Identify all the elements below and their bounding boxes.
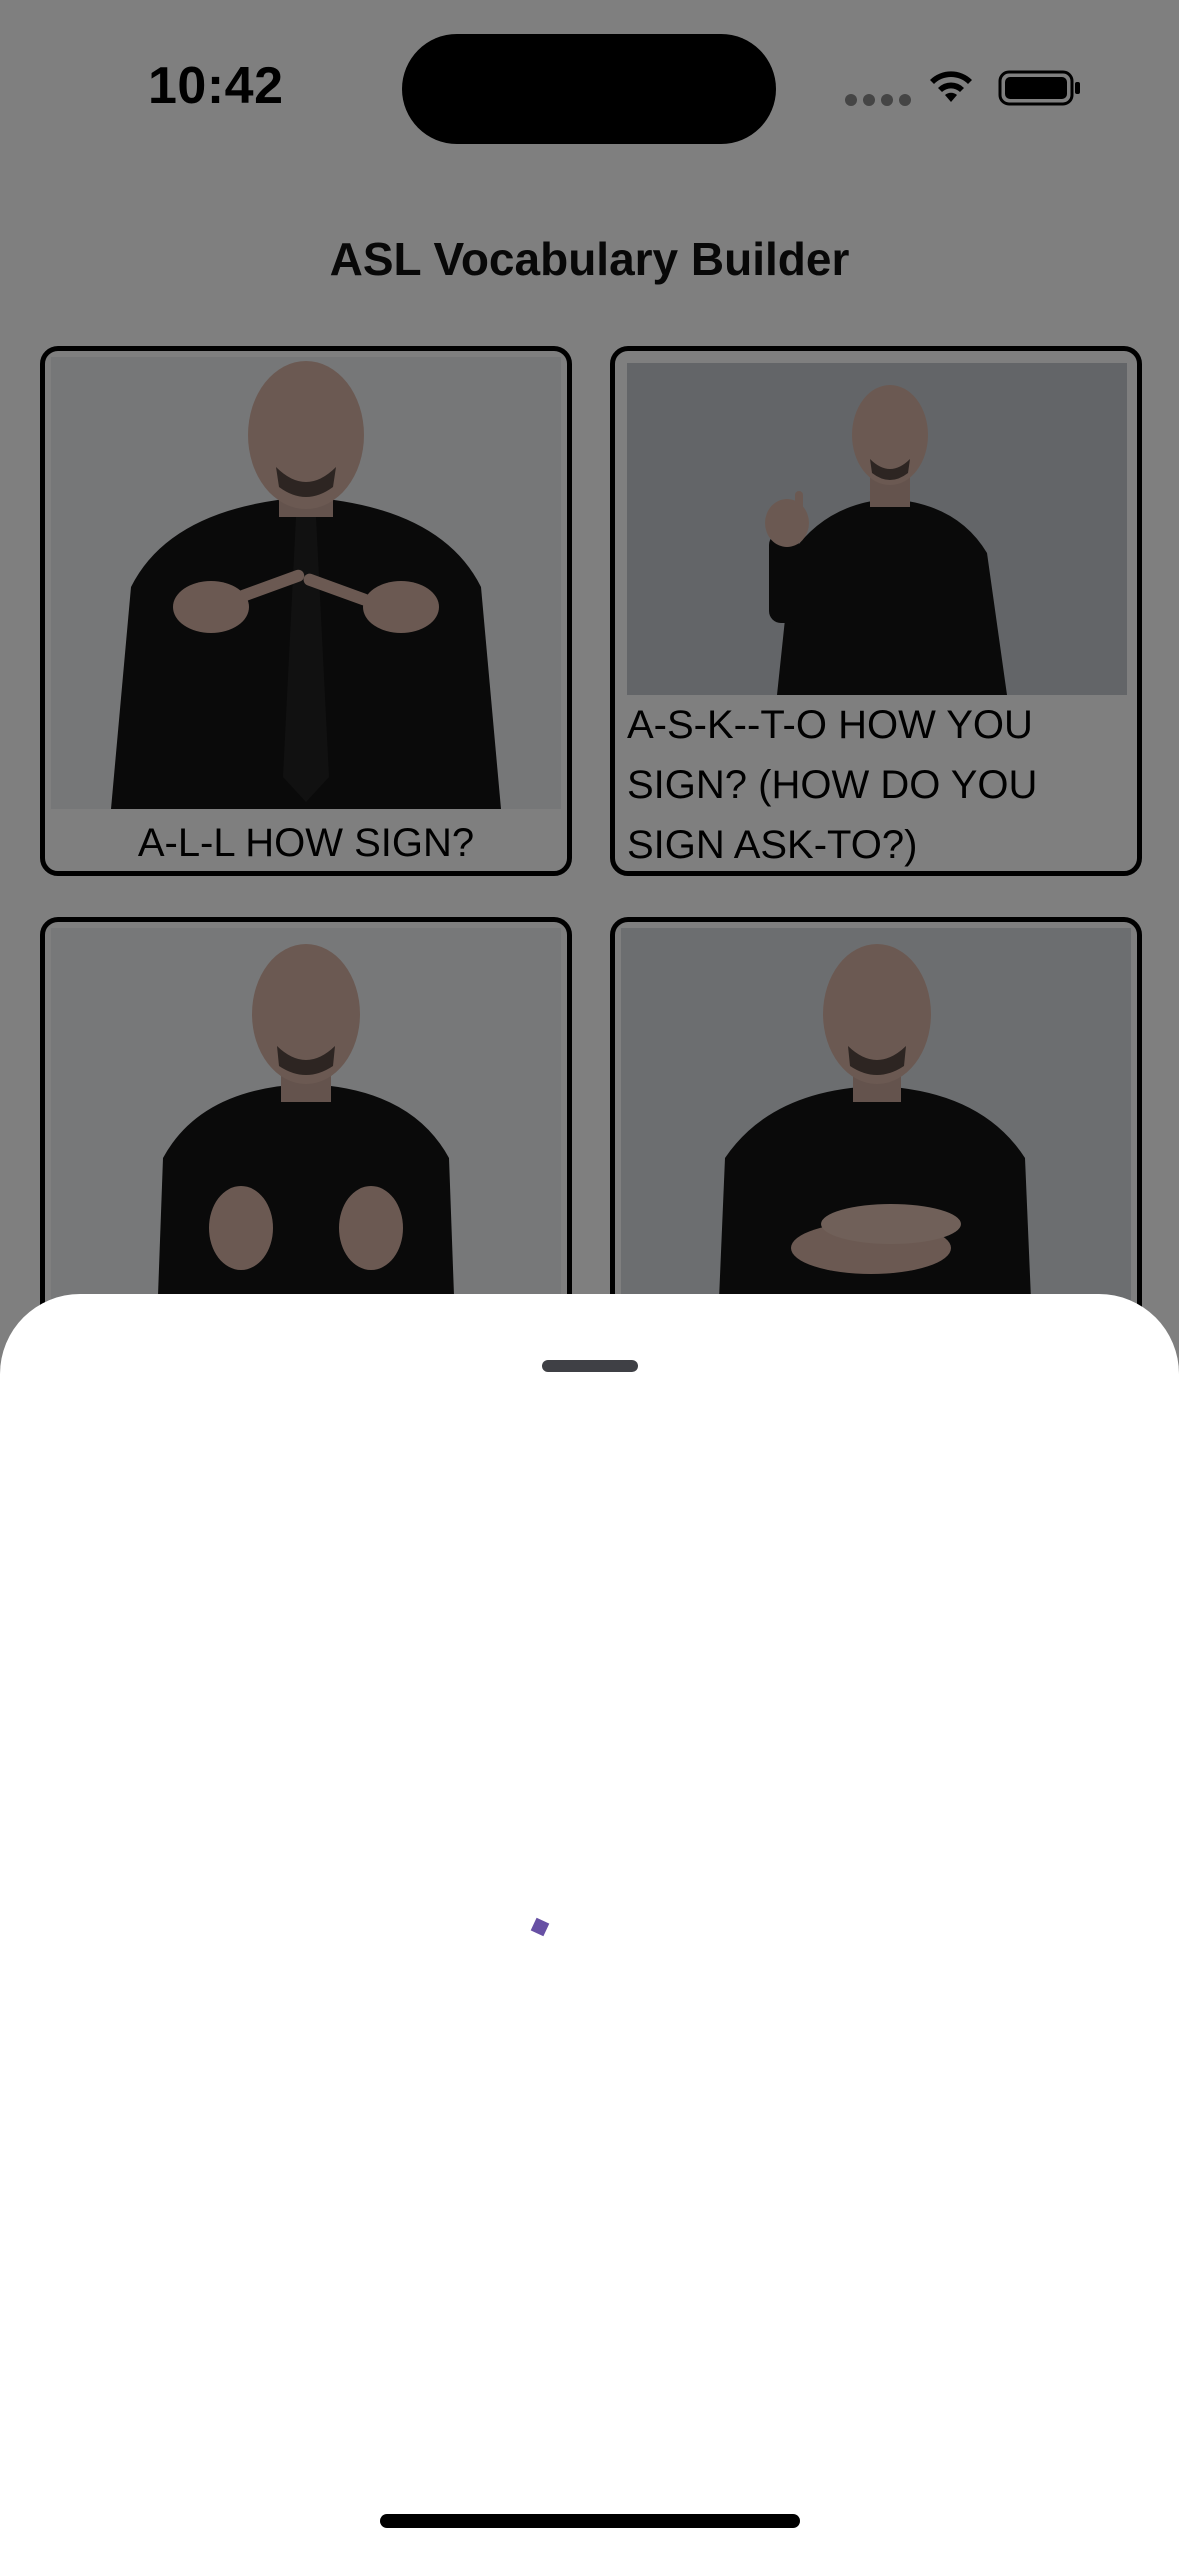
sheet-grabber-handle[interactable] — [542, 1360, 638, 1372]
bottom-sheet — [0, 1294, 1179, 2556]
home-indicator[interactable] — [380, 2514, 800, 2528]
loading-spinner-icon — [530, 1917, 550, 1937]
